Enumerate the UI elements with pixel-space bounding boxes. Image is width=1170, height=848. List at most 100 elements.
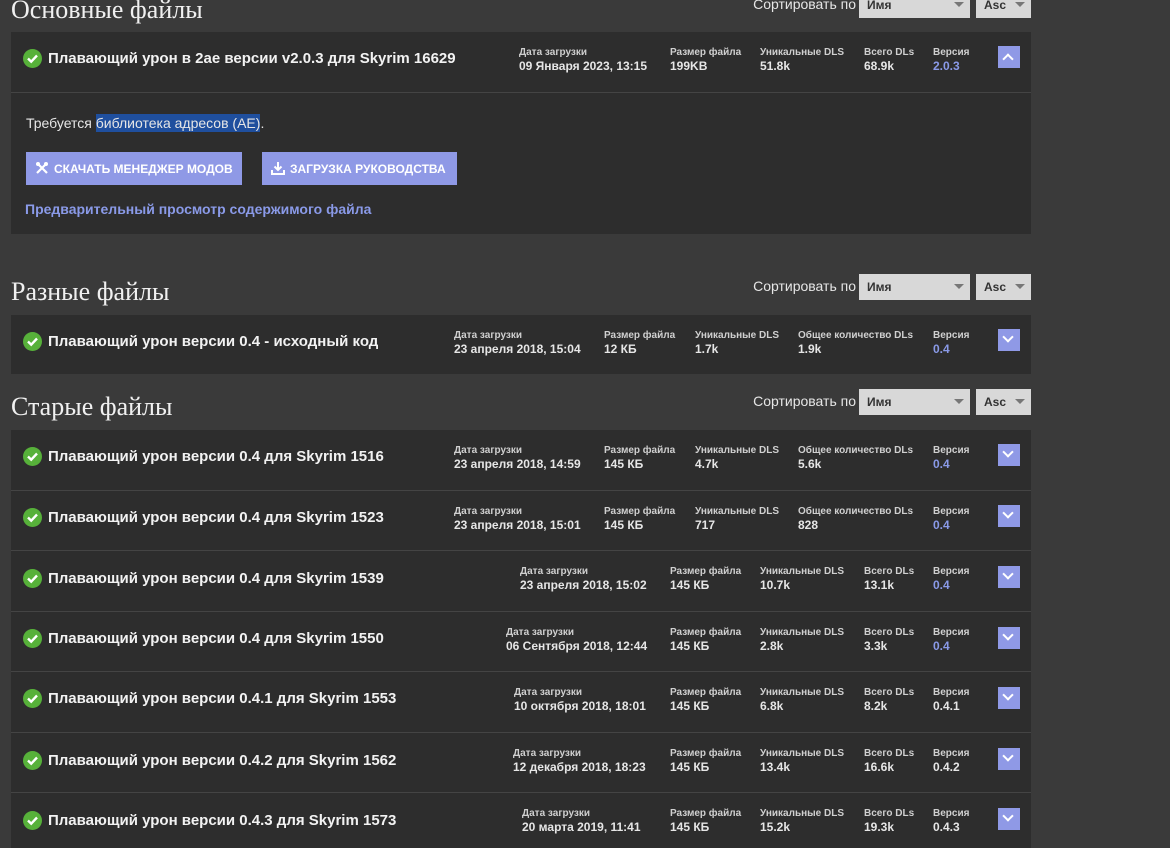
upload-date: Дата загрузки 09 Января 2023, 13:15	[519, 47, 648, 73]
file-name[interactable]: Плавающий урон версии 0.4.3 для Skyrim 1…	[48, 812, 396, 829]
caret-down-icon	[1015, 2, 1025, 7]
upload-date: Дата загрузки 23 апреля 2018, 14:59	[454, 445, 581, 471]
check-icon	[23, 49, 42, 68]
caret-down-icon	[954, 399, 964, 404]
sort-bar-misc: Сортировать по Имя Asc	[753, 274, 1031, 300]
version-link[interactable]: 0.4	[933, 457, 969, 471]
version-link[interactable]: 0.4	[933, 342, 969, 356]
file-row: Плавающий урон в 2ае версии v2.0.3 для S…	[11, 32, 1031, 93]
total-downloads: Общее количество DLs 828	[798, 506, 914, 532]
sort-label: Сортировать по	[753, 393, 856, 409]
version-link[interactable]: 2.0.3	[933, 59, 969, 73]
file-row: Плавающий урон версии 0.4 для Skyrim 153…	[11, 550, 1031, 612]
file-size: Размер файла 145 КБ	[670, 748, 742, 774]
expand-button[interactable]	[998, 627, 1020, 649]
total-downloads: Всего DLs 68.9k	[864, 47, 915, 73]
unique-downloads: Уникальные DLS 10.7k	[760, 566, 845, 592]
unique-downloads: Уникальные DLS 1.7k	[695, 330, 780, 356]
version: Версия 2.0.3	[933, 47, 970, 73]
file-size: Размер файла 145 КБ	[604, 445, 676, 471]
sort-field-select[interactable]: Имя	[859, 389, 970, 415]
collapse-button[interactable]	[998, 46, 1020, 68]
unique-downloads: Уникальные DLS 15.2k	[760, 808, 845, 834]
unique-downloads: Уникальные DLS 717	[695, 506, 780, 532]
file-name[interactable]: Плавающий урон версии 0.4 для Skyrim 153…	[48, 570, 384, 587]
caret-down-icon	[954, 284, 964, 289]
chevron-down-icon	[1002, 568, 1014, 580]
chevron-down-icon	[1002, 446, 1014, 458]
version: Версия 0.4.1	[933, 687, 970, 713]
expand-button[interactable]	[998, 748, 1020, 770]
expand-button[interactable]	[998, 808, 1020, 830]
version-link[interactable]: 0.4	[933, 518, 969, 532]
version-link[interactable]: 0.4	[933, 639, 969, 653]
file-name[interactable]: Плавающий урон версии 0.4 для Skyrim 152…	[48, 509, 384, 526]
sort-direction-select[interactable]: Asc	[976, 274, 1031, 300]
expand-button[interactable]	[998, 505, 1020, 527]
caret-down-icon	[1015, 284, 1025, 289]
expand-button[interactable]	[998, 687, 1020, 709]
sort-direction-select[interactable]: Asc	[976, 389, 1031, 415]
check-icon	[23, 629, 42, 648]
file-row: Плавающий урон версии 0.4.2 для Skyrim 1…	[11, 732, 1031, 793]
file-name[interactable]: Плавающий урон версии 0.4.2 для Skyrim 1…	[48, 752, 396, 769]
expand-button[interactable]	[998, 444, 1020, 466]
upload-date: Дата загрузки 06 Сентября 2018, 12:44	[506, 627, 648, 653]
caret-down-icon	[1015, 399, 1025, 404]
caret-down-icon	[954, 2, 964, 7]
file-size: Размер файла 145 КБ	[670, 566, 742, 592]
check-icon	[23, 689, 42, 708]
sort-direction-select[interactable]: Asc	[976, 0, 1031, 18]
sort-label: Сортировать по	[753, 0, 856, 12]
file-name[interactable]: Плавающий урон версии 0.4 для Skyrim 151…	[48, 448, 384, 465]
upload-date: Дата загрузки 20 марта 2019, 11:41	[522, 808, 641, 834]
sort-field-select[interactable]: Имя	[859, 0, 970, 18]
file-size: Размер файла 145 КБ	[670, 627, 742, 653]
unique-downloads: Уникальные DLS 2.8k	[760, 627, 845, 653]
file-name[interactable]: Плавающий урон версии 0.4 - исходный код	[48, 333, 378, 350]
section-title-misc-files: Разные файлы	[11, 277, 170, 306]
version: Версия 0.4.2	[933, 748, 970, 774]
section-title-old-files: Старые файлы	[11, 392, 173, 421]
total-downloads: Всего DLs 13.1k	[864, 566, 915, 592]
file-size: Размер файла 145 КБ	[670, 808, 742, 834]
preview-file-contents-link[interactable]: Предварительный просмотр содержимого фай…	[25, 201, 371, 217]
main-file-panel: Плавающий урон в 2ае версии v2.0.3 для S…	[11, 32, 1031, 234]
unique-downloads: Уникальные DLS 51.8k	[760, 47, 845, 73]
version-link[interactable]: 0.4	[933, 578, 969, 592]
chevron-up-icon	[1002, 53, 1014, 65]
sort-bar-old: Сортировать по Имя Asc	[753, 389, 1031, 415]
file-size: Размер файла 12 КБ	[604, 330, 676, 356]
total-downloads: Общее количество DLs 5.6k	[798, 445, 914, 471]
file-row: Плавающий урон версии 0.4 - исходный код…	[11, 315, 1031, 374]
total-downloads: Всего DLs 16.6k	[864, 748, 915, 774]
check-icon	[23, 508, 42, 527]
download-mod-manager-button[interactable]: СКАЧАТЬ МЕНЕДЖЕР МОДОВ	[26, 152, 242, 185]
check-icon	[23, 751, 42, 770]
file-row: Плавающий урон версии 0.4 для Skyrim 155…	[11, 611, 1031, 672]
unique-downloads: Уникальные DLS 6.8k	[760, 687, 845, 713]
expand-button[interactable]	[998, 329, 1020, 351]
file-size: Размер файла 145 КБ	[604, 506, 676, 532]
version: Версия 0.4	[933, 330, 970, 356]
check-icon	[23, 569, 42, 588]
sort-bar-main: Сортировать по Имя Asc	[753, 0, 1031, 18]
total-downloads: Всего DLs 3.3k	[864, 627, 915, 653]
chevron-down-icon	[1002, 331, 1014, 343]
expand-button[interactable]	[998, 566, 1020, 588]
version: Версия 0.4	[933, 627, 970, 653]
chevron-down-icon	[1002, 750, 1014, 762]
version: Версия 0.4	[933, 445, 970, 471]
file-row: Плавающий урон версии 0.4.3 для Skyrim 1…	[11, 792, 1031, 848]
file-name[interactable]: Плавающий урон в 2ае версии v2.0.3 для S…	[48, 50, 456, 67]
file-size: Размер файла 199KB	[670, 47, 742, 73]
check-icon	[23, 447, 42, 466]
requirement-link[interactable]: библиотека адресов (AE)	[95, 114, 261, 132]
chevron-down-icon	[1002, 629, 1014, 641]
download-icon	[271, 161, 285, 178]
file-name[interactable]: Плавающий урон версии 0.4.1 для Skyrim 1…	[48, 690, 396, 707]
file-name[interactable]: Плавающий урон версии 0.4 для Skyrim 155…	[48, 630, 384, 647]
manual-download-button[interactable]: ЗАГРУЗКА РУКОВОДСТВА	[262, 152, 457, 185]
sort-field-select[interactable]: Имя	[859, 274, 970, 300]
upload-date: Дата загрузки 23 апреля 2018, 15:01	[454, 506, 581, 532]
